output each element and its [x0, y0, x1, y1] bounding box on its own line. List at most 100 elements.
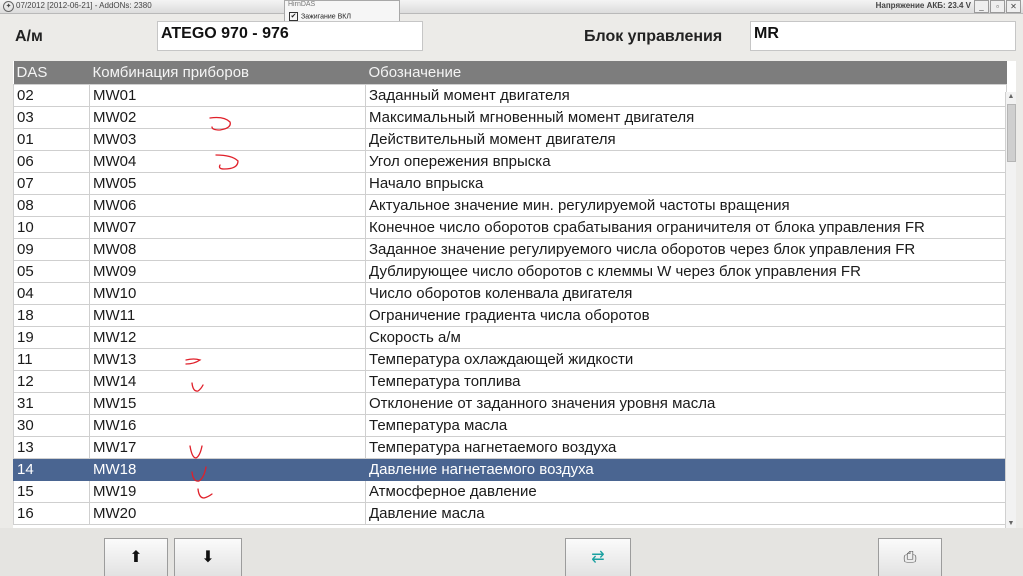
- cell-das: 05: [13, 260, 90, 283]
- cell-designation: Ограничение градиента числа оборотов: [365, 304, 1007, 327]
- cell-instrument: MW20: [89, 502, 366, 525]
- cell-designation: Актуальное значение мин. регулируемой ча…: [365, 194, 1007, 217]
- cell-instrument: MW18: [89, 458, 366, 481]
- cell-designation: Атмосферное давление: [365, 480, 1007, 503]
- cell-designation: Скорость а/м: [365, 326, 1007, 349]
- cell-instrument: MW04: [89, 150, 366, 173]
- table-row[interactable]: 19 MW12 Скорость а/м: [13, 326, 1007, 349]
- cell-designation: Действительный момент двигателя: [365, 128, 1007, 151]
- table-row[interactable]: 05 MW09 Дублирующее число оборотов с клемм…: [13, 260, 1007, 283]
- cell-designation: Давление масла: [365, 502, 1007, 525]
- table-row[interactable]: 11 MW13 Температура охлаждающей жидкости: [13, 348, 1007, 371]
- column-header-designation[interactable]: Обозначение: [365, 61, 1007, 85]
- table-row[interactable]: 16 MW20 Давление масла: [13, 502, 1007, 525]
- table-row[interactable]: 03 MW02 Максимальный мгновенный момент дви…: [13, 106, 1007, 129]
- cell-das: 10: [13, 216, 90, 239]
- cell-instrument: MW06: [89, 194, 366, 217]
- cell-das: 04: [13, 282, 90, 305]
- cell-das: 09: [13, 238, 90, 261]
- close-button[interactable]: ✕: [1006, 0, 1021, 13]
- table-row[interactable]: 10 MW07 Конечное число оборотов срабатыван…: [13, 216, 1007, 239]
- cell-instrument: MW08: [89, 238, 366, 261]
- cell-das: 15: [13, 480, 90, 503]
- table-row[interactable]: 14 MW18 Давление нагнетаемого воздуха: [13, 458, 1007, 481]
- ignition-checkbox[interactable]: ✔: [289, 12, 298, 21]
- cell-designation: Заданный момент двигателя: [365, 84, 1007, 107]
- cell-designation: Дублирующее число оборотов с клеммы W че…: [365, 260, 1007, 283]
- cell-designation: Начало впрыска: [365, 172, 1007, 195]
- ignition-menu-item[interactable]: ✔ Зажигание ВКЛ: [289, 12, 351, 21]
- cell-instrument: MW12: [89, 326, 366, 349]
- cell-instrument: MW01: [89, 84, 366, 107]
- scroll-up-arrow-icon[interactable]: ▲: [1006, 93, 1016, 100]
- cell-instrument: MW13: [89, 348, 366, 371]
- cell-das: 12: [13, 370, 90, 393]
- cell-instrument: MW03: [89, 128, 366, 151]
- cell-das: 13: [13, 436, 90, 459]
- ecu-label: Блок управления: [584, 28, 723, 45]
- cell-designation: Давление нагнетаемого воздуха: [365, 458, 1007, 481]
- table-row[interactable]: 08 MW06 Актуальное значение мин. регулируе…: [13, 194, 1007, 217]
- cell-das: 14: [13, 458, 90, 481]
- table-row[interactable]: 06 MW04 Угол опережения впрыска: [13, 150, 1007, 173]
- vehicle-field: ATEGO 970 - 976: [157, 21, 423, 51]
- cell-instrument: MW09: [89, 260, 366, 283]
- cell-designation: Заданное значение регулируемого числа об…: [365, 238, 1007, 261]
- scroll-up-button[interactable]: ⬆: [104, 538, 168, 576]
- cell-designation: Температура топлива: [365, 370, 1007, 393]
- cell-instrument: MW15: [89, 392, 366, 415]
- cell-designation: Конечное число оборотов срабатывания огр…: [365, 216, 1007, 239]
- table-row[interactable]: 31 MW15 Отклонение от заданного значения у…: [13, 392, 1007, 415]
- table-row[interactable]: 15 MW19 Атмосферное давление: [13, 480, 1007, 503]
- cell-instrument: MW14: [89, 370, 366, 393]
- cell-das: 11: [13, 348, 90, 371]
- battery-voltage: Напряжение АКБ: 23.4 V: [875, 1, 971, 10]
- column-header-instrument[interactable]: Комбинация приборов: [89, 61, 366, 85]
- cell-das: 03: [13, 106, 90, 129]
- scrollbar-thumb[interactable]: [1007, 104, 1016, 162]
- popup-title: HirnDAS: [288, 1, 316, 8]
- table-row[interactable]: 09 MW08 Заданное значение регулируемого чи…: [13, 238, 1007, 261]
- minimize-button[interactable]: _: [974, 0, 989, 13]
- table-row[interactable]: 02 MW01 Заданный момент двигателя: [13, 84, 1007, 107]
- table-row[interactable]: 07 MW05 Начало впрыска: [13, 172, 1007, 195]
- table-row[interactable]: 30 MW16 Температура масла: [13, 414, 1007, 437]
- table-row[interactable]: 13 MW17 Температура нагнетаемого воздуха: [13, 436, 1007, 459]
- cell-das: 30: [13, 414, 90, 437]
- table-row[interactable]: 01 MW03 Действительный момент двигателя: [13, 128, 1007, 151]
- cell-designation: Угол опережения впрыска: [365, 150, 1007, 173]
- table-row[interactable]: 18 MW11 Ограничение градиента числа оборот…: [13, 304, 1007, 327]
- cell-instrument: MW02: [89, 106, 366, 129]
- ecu-field: MR: [750, 21, 1016, 51]
- cell-das: 18: [13, 304, 90, 327]
- refresh-button[interactable]: ⇄: [565, 538, 631, 576]
- table-row[interactable]: 04 MW10 Число оборотов коленвала двигателя: [13, 282, 1007, 305]
- scroll-down-button[interactable]: ⬇: [174, 538, 242, 576]
- vertical-scrollbar[interactable]: ▲ ▼: [1005, 92, 1016, 528]
- vehicle-label: А/м: [15, 28, 43, 45]
- cell-instrument: MW11: [89, 304, 366, 327]
- cell-das: 01: [13, 128, 90, 151]
- cell-das: 08: [13, 194, 90, 217]
- cell-instrument: MW05: [89, 172, 366, 195]
- ignition-label: Зажигание ВКЛ: [301, 13, 351, 21]
- cell-designation: Максимальный мгновенный момент двигателя: [365, 106, 1007, 129]
- table-header-row: DAS Комбинация приборов Обозначение: [13, 61, 1007, 85]
- cell-designation: Температура масла: [365, 414, 1007, 437]
- print-button[interactable]: ⎙: [878, 538, 942, 576]
- table-row[interactable]: 12 MW14 Температура топлива: [13, 370, 1007, 393]
- cell-das: 06: [13, 150, 90, 173]
- printer-icon: ⎙: [903, 548, 917, 566]
- arrow-down-icon: ⬇: [201, 548, 215, 566]
- cell-designation: Отклонение от заданного значения уровня …: [365, 392, 1007, 415]
- scroll-down-arrow-icon[interactable]: ▼: [1006, 520, 1016, 527]
- cell-instrument: MW19: [89, 480, 366, 503]
- cell-das: 31: [13, 392, 90, 415]
- cell-instrument: MW10: [89, 282, 366, 305]
- cell-instrument: MW17: [89, 436, 366, 459]
- restore-button[interactable]: ▫: [990, 0, 1005, 13]
- cell-das: 07: [13, 172, 90, 195]
- parameter-table[interactable]: DAS Комбинация приборов Обозначение 02 MW…: [13, 61, 1016, 528]
- column-header-das[interactable]: DAS: [13, 61, 90, 85]
- cell-designation: Температура нагнетаемого воздуха: [365, 436, 1007, 459]
